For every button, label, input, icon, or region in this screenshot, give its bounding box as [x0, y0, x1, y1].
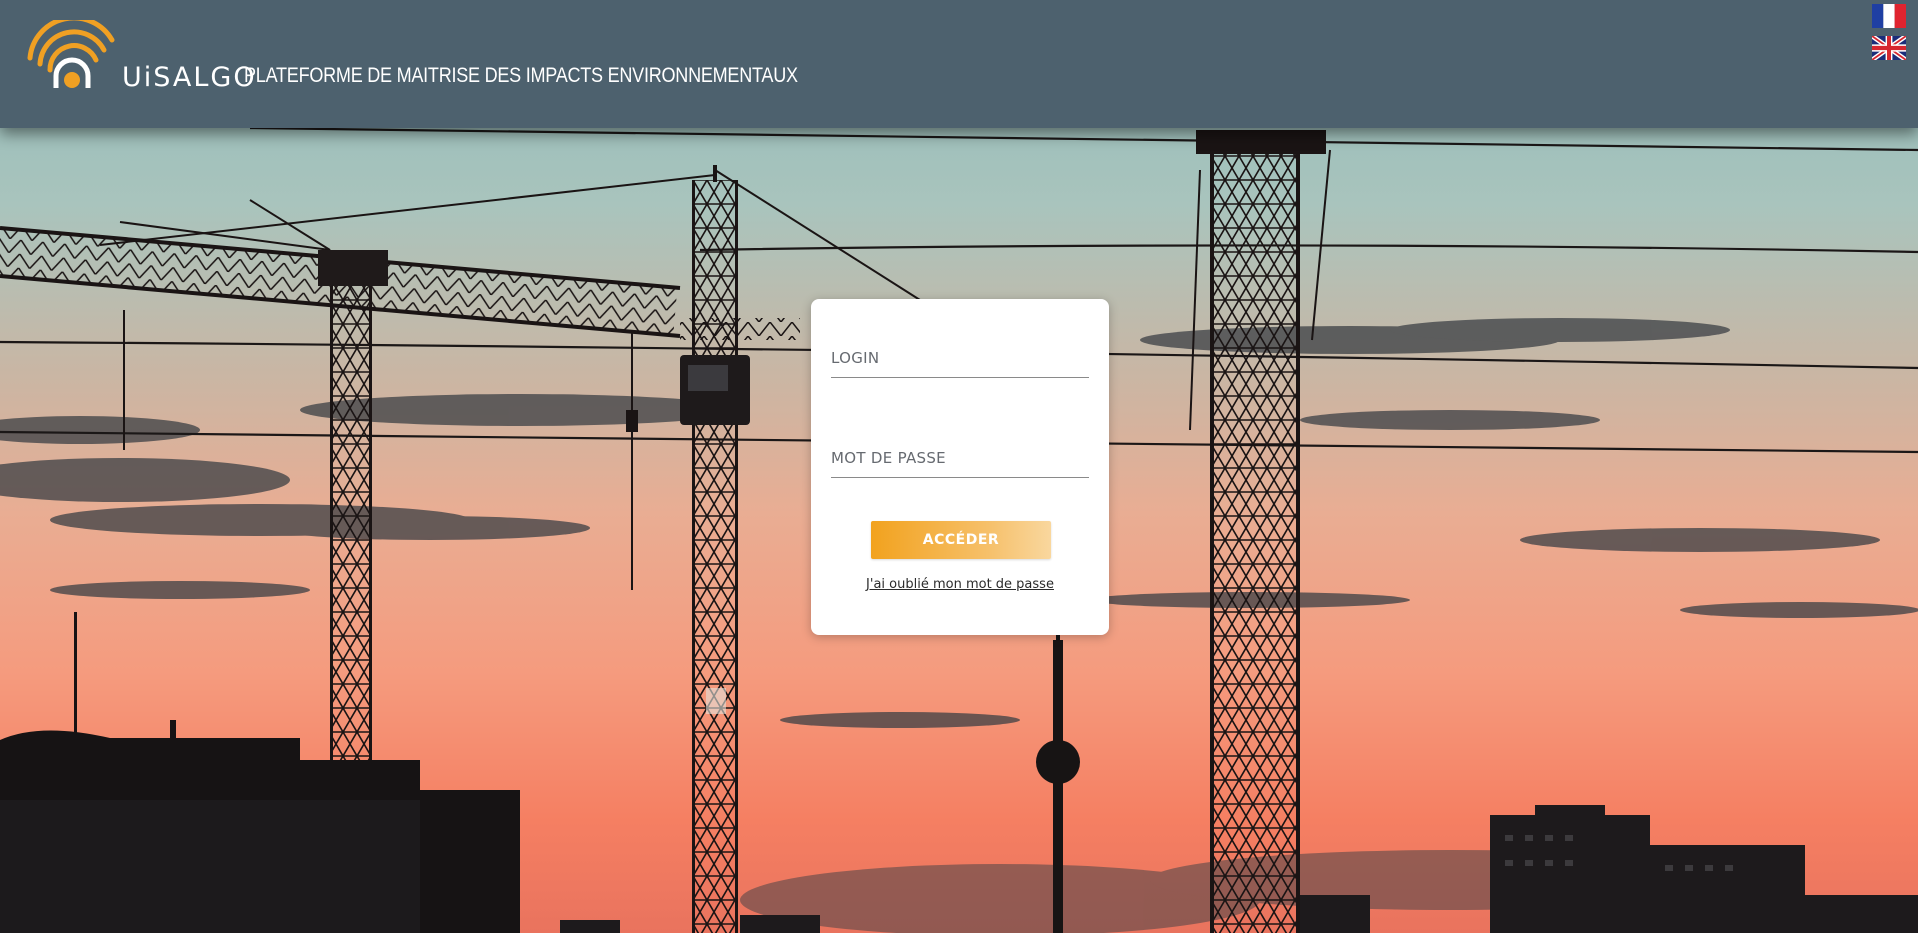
- platform-title: PLATEFORME DE MAITRISE DES IMPACTS ENVIR…: [244, 64, 798, 87]
- login-input[interactable]: [831, 340, 1089, 376]
- wifi-signal-icon: [27, 15, 115, 88]
- language-fr-button[interactable]: [1872, 4, 1906, 28]
- language-en-button[interactable]: [1870, 34, 1908, 62]
- access-button[interactable]: ACCÉDER: [871, 521, 1051, 559]
- password-field-wrapper: [831, 437, 1089, 478]
- flag-fr-icon: [1872, 4, 1906, 28]
- login-card: ACCÉDER J'ai oublié mon mot de passe: [811, 299, 1109, 635]
- top-header: UiSALGO PLATEFORME DE MAITRISE DES IMPAC…: [0, 0, 1918, 128]
- password-input[interactable]: [831, 440, 1089, 476]
- login-page: UiSALGO PLATEFORME DE MAITRISE DES IMPAC…: [0, 0, 1918, 933]
- brand-name: UiSALGO: [122, 62, 257, 93]
- forgot-password-link[interactable]: J'ai oublié mon mot de passe: [811, 577, 1109, 592]
- login-field-wrapper: [831, 337, 1089, 378]
- brand-logo[interactable]: UiSALGO: [26, 15, 255, 93]
- flag-uk-icon: [1870, 34, 1908, 62]
